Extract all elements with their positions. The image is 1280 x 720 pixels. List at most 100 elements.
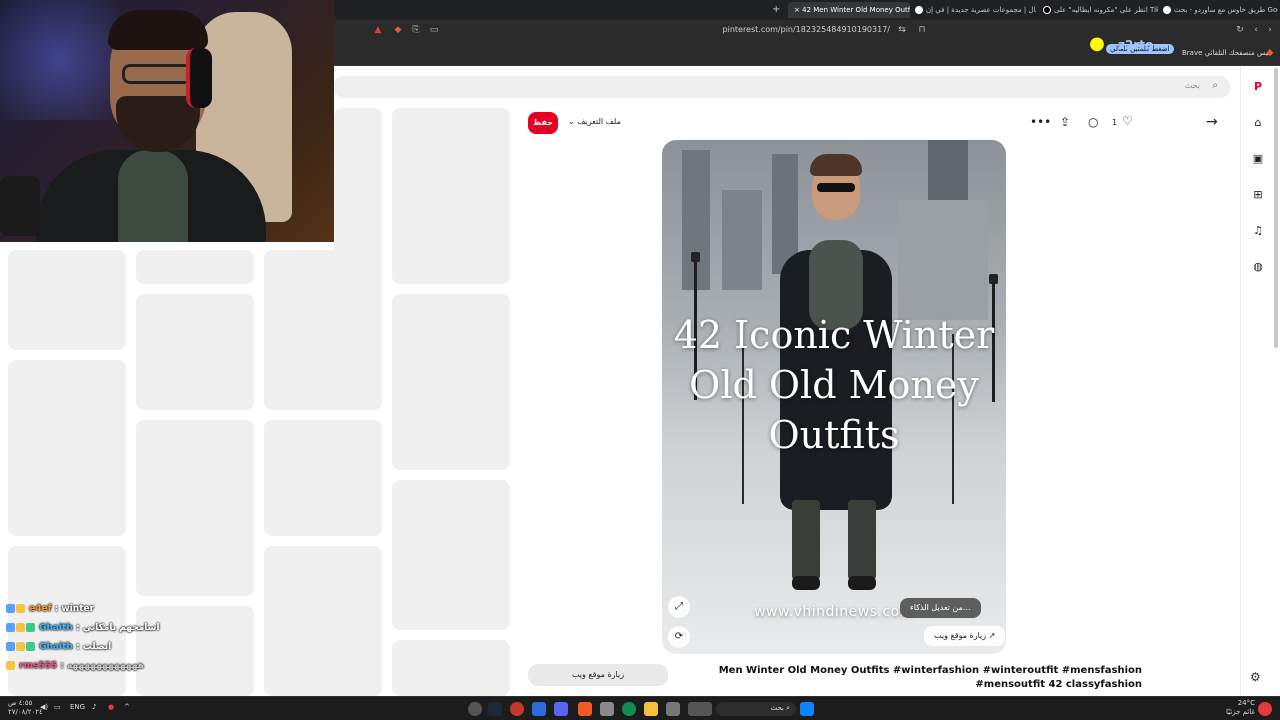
back-icon[interactable]: ‹ xyxy=(1250,24,1262,36)
app-icon[interactable] xyxy=(532,702,546,716)
pin-image[interactable]: 42 Iconic Winter Old Old Money Outfits w… xyxy=(662,140,1006,654)
pin-description: Men Winter Old Money Outfits #winterfash… xyxy=(718,665,1142,690)
more-options-icon[interactable]: ••• xyxy=(1030,115,1051,129)
settings-app-icon[interactable] xyxy=(468,702,482,716)
close-tab-icon[interactable]: × xyxy=(794,6,800,14)
windows-start-icon[interactable] xyxy=(800,702,814,716)
chat-text: : ابصلت xyxy=(75,642,112,652)
chevron-up-icon[interactable]: ^ xyxy=(124,703,130,711)
screen: { "browser": { "tabs": [ {"label": "طريق… xyxy=(0,0,1280,720)
snap-username: z2rto xyxy=(1118,38,1154,52)
home-icon[interactable]: ⌂ xyxy=(1251,116,1265,130)
brave-taskbar-icon[interactable] xyxy=(578,702,592,716)
notification-avatar-icon[interactable] xyxy=(1258,702,1272,716)
chat-badge-icon xyxy=(6,661,15,670)
steam-icon[interactable] xyxy=(488,702,502,716)
notifications-bell-icon[interactable]: ♫ xyxy=(1251,224,1265,238)
like-count: 1 xyxy=(1112,118,1118,127)
hotel-building-shape xyxy=(898,200,988,320)
streamer-hair-shape xyxy=(108,10,208,50)
windows-taskbar: ٤:٥٥ ص ٢٧/٠٨/٢٠٢٤ ◀) ▭ ENG ♪ ● ^ بحث ⌕ 2… xyxy=(0,696,1280,720)
brave-lion-icon: ◆ xyxy=(1266,48,1274,58)
ai-modified-badge[interactable]: من تعديل الذكاء... xyxy=(900,598,981,618)
streamer-webcam xyxy=(0,0,334,242)
chat-badge-icon xyxy=(26,642,35,651)
new-tab-button[interactable]: + xyxy=(772,2,784,18)
visit-site-overlay-button[interactable]: زيارة موقع ويب ↗ xyxy=(924,626,1006,646)
tab-google-search[interactable]: طريق خاوس مع ساوردو - بحث Google xyxy=(1160,2,1278,18)
taskbar-search[interactable]: بحث ⌕ xyxy=(716,702,796,716)
pin-image-title: 42 Iconic Winter Old Old Money Outfits xyxy=(673,313,995,457)
comment-icon[interactable]: ○ xyxy=(1088,115,1098,129)
shoe-shape xyxy=(792,576,820,590)
tiktok-icon xyxy=(1043,6,1051,14)
back-arrow-icon[interactable]: → xyxy=(1206,114,1218,130)
chat-message: rms555 : ههههههههههههه xyxy=(6,661,306,680)
loading-pin-placeholder xyxy=(136,250,254,284)
hair-shape xyxy=(810,154,862,176)
sunglasses-shape xyxy=(817,183,855,192)
chat-badge-icon xyxy=(26,623,35,632)
obs-icon[interactable] xyxy=(510,702,524,716)
shein-icon xyxy=(915,6,923,14)
profile-dropdown[interactable]: ⌄ ملف التعريف xyxy=(568,117,621,126)
chat-badge-icon xyxy=(6,642,15,651)
discord-icon[interactable] xyxy=(554,702,568,716)
stream-chat: e4ef : winter Ghaith : اسامحهم يامكاني G… xyxy=(6,604,306,680)
network-icon[interactable]: ▭ xyxy=(54,703,61,711)
messages-icon[interactable]: ◍ xyxy=(1251,260,1265,274)
file-explorer-icon[interactable] xyxy=(644,702,658,716)
tab-pinterest-pin[interactable]: × 42 Men Winter Old Money Outfi xyxy=(788,2,910,18)
mic-tray-icon[interactable]: ♪ xyxy=(92,703,96,711)
leg-shape xyxy=(848,500,876,580)
edge-icon[interactable] xyxy=(622,702,636,716)
save-button[interactable]: حفظ xyxy=(528,112,558,134)
share-pin-icon[interactable]: ⇪ xyxy=(1060,115,1070,129)
search-bar[interactable]: بحث ⌕ xyxy=(334,76,1230,98)
chat-username: Ghaith xyxy=(39,642,73,652)
loading-pin-placeholder xyxy=(8,250,126,350)
create-icon[interactable]: ⊞ xyxy=(1251,188,1265,202)
expand-icon[interactable]: ⤢ xyxy=(668,596,690,618)
explore-icon[interactable]: ▣ xyxy=(1251,152,1265,166)
microphone-shape xyxy=(0,176,40,236)
weather-widget[interactable]: 24°C غائم جزئيًا xyxy=(1226,699,1255,717)
skyscraper-shape xyxy=(722,190,762,290)
search-icon: ⌕ xyxy=(1212,80,1218,91)
tab-tiktok[interactable]: انظر على "مكرونه ايطاليه" على TikTok xyxy=(1040,2,1158,18)
app-icon[interactable] xyxy=(666,702,680,716)
chat-username: e4ef xyxy=(29,604,52,614)
streamer-glasses-shape xyxy=(122,64,194,84)
chat-badge-icon xyxy=(16,642,25,651)
app-icon[interactable] xyxy=(600,702,614,716)
language-indicator[interactable]: ENG xyxy=(70,703,85,711)
loading-pin-placeholder xyxy=(136,294,254,410)
chat-message: e4ef : winter xyxy=(6,604,306,623)
chat-text: : winter xyxy=(54,604,95,614)
forward-icon[interactable]: › xyxy=(1264,24,1276,36)
address-bar[interactable]: pinterest.com/pin/182325484910190317/ xyxy=(360,22,930,38)
chat-text: : اسامحهم يامكاني xyxy=(75,623,160,633)
pinterest-logo-icon[interactable]: P xyxy=(1251,80,1265,94)
widget-icon[interactable] xyxy=(688,702,712,716)
loading-pin-placeholder xyxy=(8,360,126,536)
reload-icon[interactable]: ↻ xyxy=(1234,24,1246,36)
chat-badge-icon xyxy=(16,604,25,613)
chevron-down-icon: ⌄ xyxy=(568,117,575,126)
speaker-icon[interactable]: ◀) xyxy=(40,703,48,711)
visual-search-icon[interactable]: ⟳ xyxy=(668,626,690,648)
loading-pin-placeholder xyxy=(392,108,510,284)
clock[interactable]: ٤:٥٥ ص ٢٧/٠٨/٢٠٢٤ xyxy=(8,699,43,717)
recording-icon[interactable]: ● xyxy=(108,703,114,711)
chat-message: Ghaith : ابصلت xyxy=(6,642,306,661)
chat-badge-icon xyxy=(6,623,15,632)
heart-icon[interactable]: ♡ xyxy=(1122,114,1133,128)
loading-pin-placeholder xyxy=(392,480,510,630)
tab-shein-men[interactable]: رجال | مجموعات عصرية جديدة | في إن xyxy=(912,2,1036,18)
settings-gear-icon[interactable]: ⚙ xyxy=(1250,670,1261,684)
chat-text: : ههههههههههههه xyxy=(60,661,145,671)
page-scrollbar[interactable] xyxy=(1274,68,1278,348)
brave-default-notice: Brave ليس متصفحك التلقائي. xyxy=(1182,49,1273,57)
visit-site-button[interactable]: زيارة موقع ويب xyxy=(528,664,668,686)
search-placeholder: بحث xyxy=(1184,81,1200,90)
